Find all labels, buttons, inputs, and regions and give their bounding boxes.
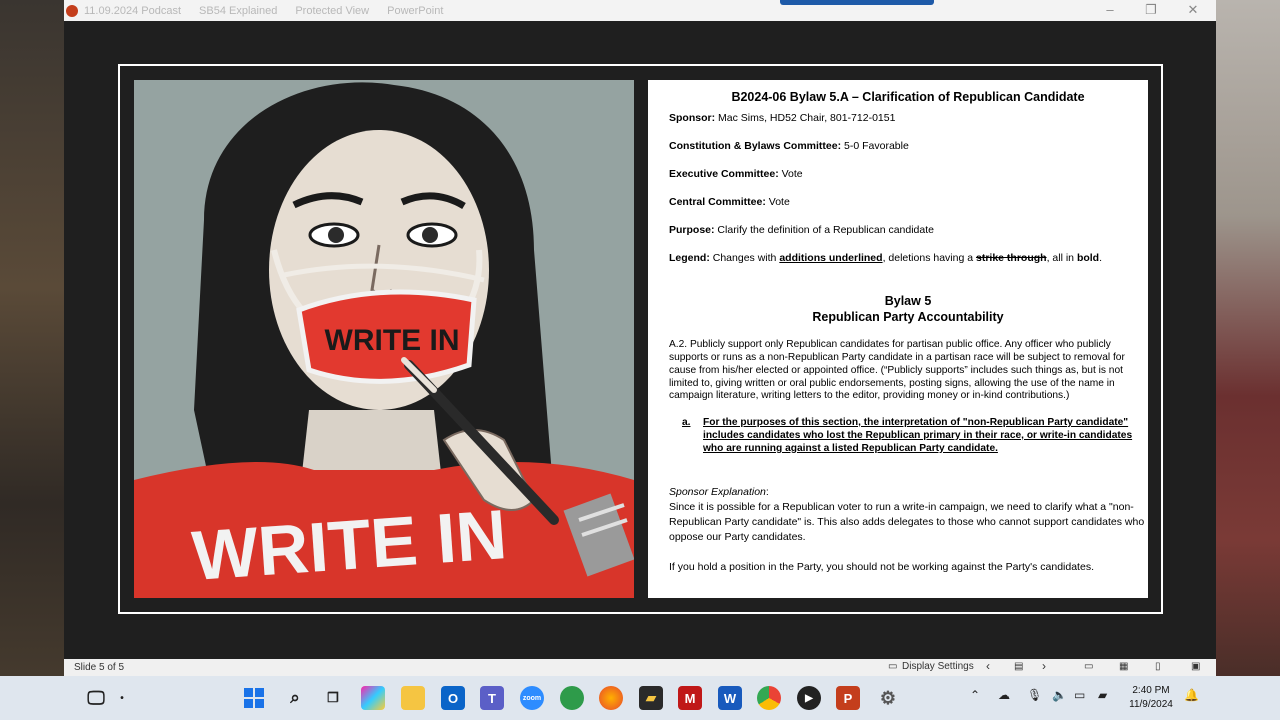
- copilot-icon[interactable]: [361, 686, 385, 710]
- legend-part1: Changes with: [709, 252, 780, 264]
- desktop-background-left: [0, 0, 64, 720]
- closing-statement: If you hold a position in the Party, you…: [669, 561, 1094, 573]
- monitor-dot-icon: •: [120, 692, 124, 704]
- taskbar: 🖵 • ⌕ ❐ O T zoom ▰ M W ▶ P ⚙ ⌃ ☁ 🎙 🔈 ▭ ▰…: [0, 676, 1280, 720]
- outlook-icon[interactable]: O: [441, 686, 465, 710]
- legend-bold: bold: [1076, 252, 1100, 264]
- bylaw-subheading: Republican Party Accountability: [812, 310, 1004, 324]
- chrome-icon[interactable]: [757, 686, 781, 710]
- legend-additions: additions underlined: [779, 252, 883, 264]
- sponsor-row: Sponsor: Mac Sims, HD52 Chair, 801-712-0…: [669, 112, 895, 125]
- powerpoint-window: 11.09.2024 Podcast SB54 Explained Protec…: [64, 0, 1216, 676]
- title-bar: 11.09.2024 Podcast SB54 Explained Protec…: [64, 0, 1216, 21]
- purpose-value: Clarify the definition of a Republican c…: [714, 224, 934, 236]
- task-view-icon[interactable]: ❐: [321, 686, 345, 710]
- slide: WRITE IN WRITE IN B2024-06 Bylaw 5.A – C…: [118, 64, 1163, 614]
- chevron-up-icon[interactable]: ⌃: [970, 688, 980, 702]
- search-icon[interactable]: ⌕: [283, 686, 307, 710]
- speaker-icon[interactable]: 🔈: [1052, 688, 1067, 702]
- legend-strike: strike through: [975, 252, 1047, 264]
- title-filename: 11.09.2024 Podcast: [84, 4, 182, 17]
- purpose-row: Purpose: Clarify the definition of a Rep…: [669, 224, 934, 237]
- legend-label: Legend:: [669, 252, 710, 264]
- cbc-value: 5-0 Favorable: [841, 140, 909, 152]
- minimize-icon[interactable]: –: [1100, 2, 1120, 17]
- explanation-text: Since it is possible for a Republican vo…: [669, 500, 1145, 543]
- explanation-label: Sponsor Explanation: [669, 486, 766, 498]
- battery-icon[interactable]: ▰: [1098, 688, 1107, 702]
- media-player-icon[interactable]: ▶: [797, 686, 821, 710]
- microphone-icon[interactable]: 🎙: [1027, 688, 1042, 702]
- bylaw-document: B2024-06 Bylaw 5.A – Clarification of Re…: [648, 80, 1148, 598]
- windows-start-icon[interactable]: [242, 686, 266, 710]
- monitor-icon[interactable]: 🖵: [82, 686, 110, 710]
- sponsor-label: Sponsor:: [669, 112, 716, 124]
- title-app-name: PowerPoint: [387, 4, 444, 17]
- write-in-illustration: WRITE IN WRITE IN: [134, 80, 634, 598]
- teams-icon[interactable]: T: [480, 686, 504, 710]
- cbc-label: Constitution & Bylaws Committee:: [669, 140, 842, 152]
- central-label: Central Committee:: [669, 196, 766, 208]
- purpose-label: Purpose:: [669, 224, 715, 236]
- illustration-svg: WRITE IN WRITE IN: [134, 80, 634, 598]
- executive-row: Executive Committee: Vote: [669, 168, 803, 181]
- previous-slide-icon[interactable]: ‹: [986, 659, 990, 673]
- file-explorer-icon[interactable]: [401, 686, 425, 710]
- normal-view-icon[interactable]: ▭: [1084, 661, 1093, 672]
- cbc-row: Constitution & Bylaws Committee: 5-0 Fav…: [669, 140, 909, 153]
- central-value: Vote: [765, 196, 790, 208]
- document-title: B2024-06 Bylaw 5.A – Clarification of Re…: [731, 90, 1085, 104]
- subsection-a-text: For the purposes of this section, the in…: [703, 417, 1133, 454]
- bylaw-heading: Bylaw 5: [884, 294, 932, 308]
- section-a2-text: A.2. Publicly support only Republican ca…: [669, 339, 1125, 402]
- word-icon[interactable]: W: [718, 686, 742, 710]
- slide-counter: Slide 5 of 5: [74, 662, 125, 673]
- subsection-a: a. For the purposes of this section, the…: [682, 417, 1142, 456]
- subsection-a-label: a.: [682, 417, 691, 428]
- legend-end: .: [1099, 252, 1103, 264]
- legend-part3: , all in: [1046, 252, 1077, 264]
- zoom-icon[interactable]: zoom: [520, 686, 544, 710]
- mcafee-icon[interactable]: M: [678, 686, 702, 710]
- restore-icon[interactable]: ❐: [1141, 2, 1161, 18]
- central-row: Central Committee: Vote: [669, 196, 790, 209]
- display-icon[interactable]: ▭: [1074, 688, 1085, 702]
- mask-text: WRITE IN: [325, 324, 460, 357]
- slide-stage: WRITE IN WRITE IN B2024-06 Bylaw 5.A – C…: [64, 21, 1216, 659]
- system-clock[interactable]: 2:40 PM 11/9/2024: [1126, 684, 1176, 712]
- notification-bell-icon[interactable]: 🔔: [1184, 688, 1199, 702]
- close-icon[interactable]: ✕: [1183, 2, 1203, 18]
- status-bar: Slide 5 of 5 ▭ Display Settings ‹ ▤ › ▭ …: [64, 659, 1216, 676]
- powerpoint-app-icon[interactable]: [66, 4, 78, 17]
- executive-label: Executive Committee:: [669, 168, 779, 180]
- reading-view-icon[interactable]: ▯: [1155, 661, 1161, 672]
- display-settings-button[interactable]: Display Settings: [902, 661, 974, 672]
- slideshow-icon[interactable]: ▣: [1191, 661, 1200, 672]
- sponsor-explanation: Sponsor Explanation: Since it is possibl…: [669, 485, 1147, 545]
- explanation-colon: :: [765, 486, 769, 498]
- network-alert-icon[interactable]: ☁: [998, 688, 1010, 702]
- slide-menu-icon[interactable]: ▤: [1014, 661, 1023, 672]
- settings-icon[interactable]: ⚙: [876, 686, 900, 710]
- powerpoint-taskbar-icon[interactable]: P: [836, 686, 860, 710]
- clock-date: 11/9/2024: [1129, 699, 1173, 710]
- firefox-icon[interactable]: [599, 686, 623, 710]
- legend-row: Legend: Changes with additions underline…: [669, 252, 1102, 265]
- display-settings-icon[interactable]: ▭: [888, 661, 897, 672]
- title-filename-secondary: SB54 Explained: [199, 4, 278, 17]
- green-app-icon[interactable]: [560, 686, 584, 710]
- clock-time: 2:40 PM: [1132, 685, 1170, 696]
- slide-sorter-icon[interactable]: ▦: [1119, 661, 1128, 672]
- next-slide-icon[interactable]: ›: [1042, 659, 1046, 673]
- terminal-icon[interactable]: ▰: [639, 686, 663, 710]
- title-protected-view: Protected View: [295, 4, 370, 17]
- executive-value: Vote: [778, 168, 803, 180]
- presenter-indicator: [780, 0, 934, 5]
- sponsor-value: Mac Sims, HD52 Chair, 801-712-0151: [715, 112, 896, 124]
- desktop-background-right: [1216, 0, 1280, 720]
- legend-part2: , deletions having a: [882, 252, 976, 264]
